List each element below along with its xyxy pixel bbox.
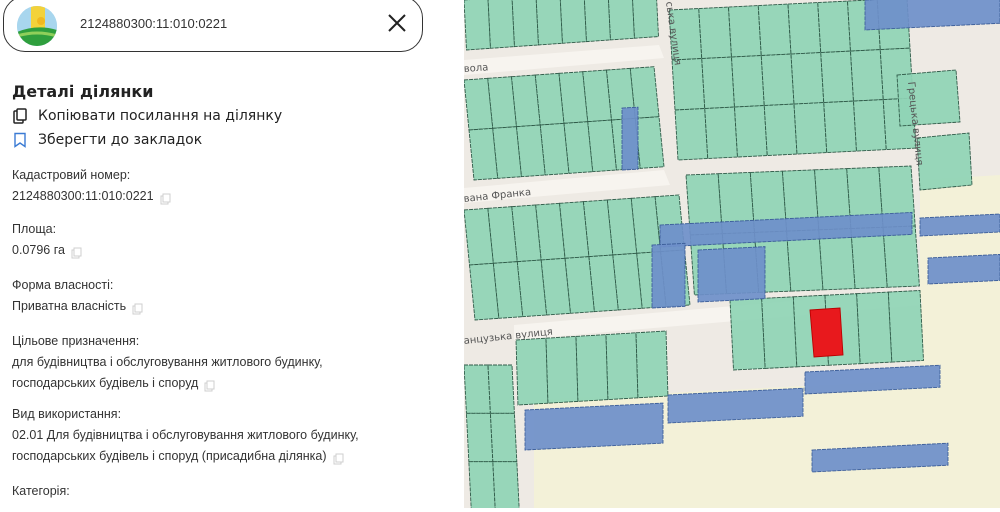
parcel[interactable] xyxy=(487,364,515,414)
parcel[interactable] xyxy=(887,290,924,363)
parcel[interactable] xyxy=(535,0,563,46)
parcel[interactable] xyxy=(515,337,549,406)
parcel[interactable] xyxy=(731,55,765,108)
state-parcel[interactable] xyxy=(621,106,639,171)
copy-icon[interactable] xyxy=(204,378,215,392)
parcel[interactable] xyxy=(468,461,496,511)
field-cadastral-number: Кадастровий номер: 2124880300:11:010:022… xyxy=(12,165,171,207)
state-parcel[interactable] xyxy=(927,253,1000,285)
cadastral-map[interactable]: вола ська вулиця вана Франка анцузька ву… xyxy=(463,0,1000,511)
parcel[interactable] xyxy=(734,105,768,158)
parcel[interactable] xyxy=(820,50,854,104)
parcel[interactable] xyxy=(757,3,792,57)
bookmark-icon xyxy=(14,132,26,148)
parcel[interactable] xyxy=(701,56,735,109)
state-parcel[interactable] xyxy=(864,0,1000,31)
parcel[interactable] xyxy=(634,116,665,169)
search-bar[interactable]: 2124880300:11:010:0221 xyxy=(3,0,423,52)
parcel-details-panel: 2124880300:11:010:0221 Деталі ділянки Ко… xyxy=(0,0,464,508)
copy-link-label: Копіювати посилання на ділянку xyxy=(38,108,283,124)
bookmark-button[interactable]: Зберегти до закладок xyxy=(12,132,202,148)
state-parcel[interactable] xyxy=(524,402,664,451)
selected-parcel[interactable] xyxy=(809,307,844,358)
field-value: господарських будівель і споруд (присади… xyxy=(12,449,327,463)
field-label: Кадастровий номер: xyxy=(12,168,131,182)
parcel[interactable] xyxy=(853,99,887,152)
field-category: Категорія: xyxy=(12,481,70,502)
copy-icon[interactable] xyxy=(333,451,344,465)
parcel[interactable] xyxy=(793,102,828,155)
parcel[interactable] xyxy=(817,0,851,54)
parcel[interactable] xyxy=(760,53,795,107)
field-value: 2124880300:11:010:0221 xyxy=(12,189,154,203)
parcel[interactable] xyxy=(787,2,822,55)
field-value: Приватна власність xyxy=(12,299,127,313)
field-label: Площа: xyxy=(12,222,57,236)
parcel[interactable] xyxy=(559,0,587,44)
clipboard-icon xyxy=(13,108,27,124)
parcel[interactable] xyxy=(465,412,494,463)
field-value: для будівництва і обслуговування житлово… xyxy=(12,355,323,369)
parcel[interactable] xyxy=(790,52,825,105)
bookmark-label: Зберегти до закладок xyxy=(38,132,203,148)
parcel[interactable] xyxy=(896,69,961,127)
state-parcel[interactable] xyxy=(697,246,766,303)
app-logo xyxy=(17,6,57,46)
parcel[interactable] xyxy=(856,291,893,365)
field-label: Вид використання: xyxy=(12,407,122,421)
parcel[interactable] xyxy=(575,334,609,402)
parcel[interactable] xyxy=(671,58,706,111)
field-purpose: Цільове призначення: для будівництва і о… xyxy=(12,331,323,394)
copy-link-button[interactable]: Копіювати посилання на ділянку xyxy=(12,108,282,124)
search-input[interactable]: 2124880300:11:010:0221 xyxy=(80,16,227,31)
parcel[interactable] xyxy=(608,0,635,41)
street-label: вола xyxy=(464,62,489,75)
details-title: Деталі ділянки xyxy=(12,82,154,101)
field-ownership: Форма власності: Приватна власність xyxy=(12,275,143,317)
field-usage: Вид використання: 02.01 Для будівництва … xyxy=(12,404,359,467)
state-parcel[interactable] xyxy=(919,213,1000,237)
parcel[interactable] xyxy=(487,0,515,49)
parcel[interactable] xyxy=(763,103,798,157)
copy-icon[interactable] xyxy=(71,245,82,259)
copy-icon[interactable] xyxy=(132,301,143,315)
parcel[interactable] xyxy=(729,297,766,371)
parcel[interactable] xyxy=(583,0,611,43)
field-value: 0.0796 га xyxy=(12,243,65,257)
field-value: господарських будівель і споруд xyxy=(12,376,199,390)
parcel[interactable] xyxy=(463,364,491,414)
parcel[interactable] xyxy=(728,5,762,58)
close-icon[interactable] xyxy=(384,10,410,36)
parcel[interactable] xyxy=(545,335,579,404)
parcel[interactable] xyxy=(489,412,518,463)
field-value: 02.01 Для будівництва і обслуговування ж… xyxy=(12,428,359,442)
parcel[interactable] xyxy=(605,332,639,401)
state-parcel[interactable] xyxy=(651,242,686,309)
parcel[interactable] xyxy=(823,100,857,154)
parcel[interactable] xyxy=(492,461,520,511)
field-label: Категорія: xyxy=(12,484,70,498)
copy-icon[interactable] xyxy=(160,191,171,205)
parcel[interactable] xyxy=(698,6,732,59)
parcel[interactable] xyxy=(704,106,738,159)
parcel[interactable] xyxy=(511,0,539,48)
parcel[interactable] xyxy=(635,330,669,399)
parcel[interactable] xyxy=(850,49,884,102)
field-label: Цільове призначення: xyxy=(12,334,140,348)
field-area: Площа: 0.0796 га xyxy=(12,219,82,261)
parcel[interactable] xyxy=(761,296,798,369)
parcel[interactable] xyxy=(463,0,491,51)
field-label: Форма власності: xyxy=(12,278,114,292)
parcel[interactable] xyxy=(674,108,709,161)
parcel[interactable] xyxy=(632,0,659,39)
